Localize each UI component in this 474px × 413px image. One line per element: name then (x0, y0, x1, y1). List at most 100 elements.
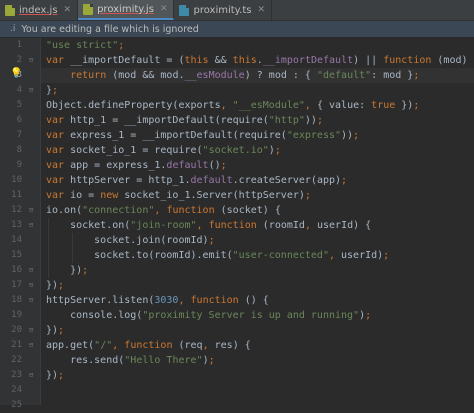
code-text: socket.on("join-room", function (roomId,… (46, 220, 372, 231)
code-line[interactable]: var http_1 = __importDefault(require("ht… (41, 113, 474, 128)
js-file-icon (83, 3, 94, 15)
code-text: res.send("Hello There"); (46, 355, 215, 366)
code-text: }); (46, 370, 65, 381)
code-text: "use strict"; (46, 40, 125, 51)
line-number: 5 (16, 100, 22, 110)
fold-icon[interactable]: ⊟ (29, 371, 33, 379)
code-text: var socket_io_1 = require("socket.io"); (46, 145, 281, 156)
tab-label: proximity.js (97, 3, 154, 15)
code-text: }); (46, 325, 65, 336)
line-number: 24 (11, 385, 22, 395)
fold-icon[interactable]: ⊟ (29, 86, 33, 94)
tab-label: proximity.ts (193, 4, 252, 16)
code-text: app.get("/", function (req, res) { (46, 340, 251, 351)
fold-icon[interactable]: ⊟ (29, 296, 33, 304)
code-line[interactable]: var app = express_1.default(); (41, 158, 474, 173)
code-line[interactable]: var __importDefault = (this && this.__im… (41, 53, 474, 68)
editor-tab-bar: index.js ✕ proximity.js ✕ proximity.ts ✕ (0, 0, 474, 21)
line-number: 17 (11, 280, 22, 290)
code-line[interactable]: app.get("/", function (req, res) { (41, 338, 474, 353)
code-line[interactable]: }); (41, 368, 474, 383)
code-text: socket.join(roomId); (46, 235, 215, 246)
code-line[interactable]: }; (41, 83, 474, 98)
ts-file-icon (179, 4, 190, 16)
line-number: 11 (11, 190, 22, 200)
code-text: Object.defineProperty(exports, "__esModu… (46, 100, 420, 111)
fold-icon[interactable]: ⊟ (29, 266, 33, 274)
code-line[interactable]: socket.to(roomId).emit("user-connected",… (41, 248, 474, 263)
code-text: var io = new socket_io_1.Server(httpServ… (46, 190, 311, 201)
code-text: return (mod && mod.__esModule) ? mod : {… (70, 70, 420, 81)
fold-icon[interactable]: ⊟ (29, 341, 33, 349)
line-number: 10 (11, 175, 22, 185)
line-number: 4 (16, 85, 22, 95)
code-line[interactable]: console.log("proximity Server is up and … (41, 308, 474, 323)
code-line[interactable]: io.on("connection", function (socket) { (41, 203, 474, 218)
fold-icon[interactable]: ⊟ (29, 206, 33, 214)
line-number: 6 (16, 115, 22, 125)
code-line[interactable]: }); (41, 263, 474, 278)
line-number: 21 (11, 340, 22, 350)
code-line[interactable] (41, 383, 474, 398)
fold-icon[interactable]: ⊟ (29, 56, 33, 64)
code-line[interactable]: "use strict"; (41, 38, 474, 53)
code-text: var http_1 = __importDefault(require("ht… (46, 115, 323, 126)
code-editor[interactable]: "use strict"; var __importDefault = (this… (41, 38, 474, 405)
code-line[interactable]: var io = new socket_io_1.Server(httpServ… (41, 188, 474, 203)
fold-icon[interactable]: ⊟ (29, 281, 33, 289)
line-number: 13 (11, 220, 22, 230)
line-number: 16 (11, 265, 22, 275)
line-number: 22 (11, 355, 22, 365)
close-icon[interactable]: ✕ (64, 5, 72, 15)
line-number: 15 (11, 250, 22, 260)
code-line[interactable]: socket.join(roomId); (41, 233, 474, 248)
line-number: 23 (11, 370, 22, 380)
js-file-icon (5, 4, 15, 16)
line-number: 19 (11, 310, 22, 320)
line-number: 1 (16, 40, 22, 50)
code-text: }; (46, 85, 59, 96)
info-icon: .i (10, 24, 16, 34)
line-number: 18 (11, 295, 22, 305)
line-number: 12 (11, 205, 22, 215)
line-number: 9 (16, 160, 22, 170)
code-text: }); (46, 265, 89, 276)
code-line[interactable]: var express_1 = __importDefault(require(… (41, 128, 474, 143)
code-line[interactable]: }); (41, 323, 474, 338)
code-text: socket.to(roomId).emit("user-connected",… (46, 250, 390, 261)
line-number: 3 (16, 70, 22, 80)
code-line[interactable]: httpServer.listen(3030, function () { (41, 293, 474, 308)
line-number: 2 (16, 55, 22, 65)
banner-text: You are editing a file which is ignored (21, 23, 199, 35)
fold-icon[interactable]: ⊟ (29, 326, 33, 334)
code-line[interactable]: return (mod && mod.__esModule) ? mod : {… (41, 68, 474, 83)
close-icon[interactable]: ✕ (160, 4, 168, 14)
code-text: var app = express_1.default(); (46, 160, 227, 171)
line-number: 7 (16, 130, 22, 140)
code-line[interactable]: socket.on("join-room", function (roomId,… (41, 218, 474, 233)
code-line[interactable]: res.send("Hello There"); (41, 353, 474, 368)
code-text: var httpServer = http_1.default.createSe… (46, 175, 348, 186)
tab-index-js[interactable]: index.js ✕ (0, 0, 79, 20)
code-line[interactable]: Object.defineProperty(exports, "__esModu… (41, 98, 474, 113)
line-number: 25 (11, 400, 22, 410)
code-text: httpServer.listen(3030, function () { (46, 295, 269, 306)
line-number: 20 (11, 325, 22, 335)
code-line[interactable]: var httpServer = http_1.default.createSe… (41, 173, 474, 188)
line-number: 8 (16, 145, 22, 155)
code-line[interactable]: }); (41, 278, 474, 293)
code-text: io.on("connection", function (socket) { (46, 205, 281, 216)
tab-proximity-ts[interactable]: proximity.ts ✕ (174, 0, 273, 20)
code-text: var __importDefault = (this && this.__im… (46, 55, 474, 66)
code-text: }); (46, 280, 65, 291)
code-text: var express_1 = __importDefault(require(… (46, 130, 360, 141)
close-icon[interactable]: ✕ (257, 5, 265, 15)
line-number: 14 (11, 235, 22, 245)
ignored-file-banner: .i You are editing a file which is ignor… (0, 21, 474, 37)
code-line[interactable] (41, 398, 474, 413)
code-line[interactable]: var socket_io_1 = require("socket.io"); (41, 143, 474, 158)
code-text: console.log("proximity Server is up and … (46, 310, 372, 321)
fold-icon[interactable]: ⊟ (29, 221, 33, 229)
tab-proximity-js[interactable]: proximity.js ✕ (78, 0, 175, 20)
tab-label: index.js (19, 4, 58, 16)
